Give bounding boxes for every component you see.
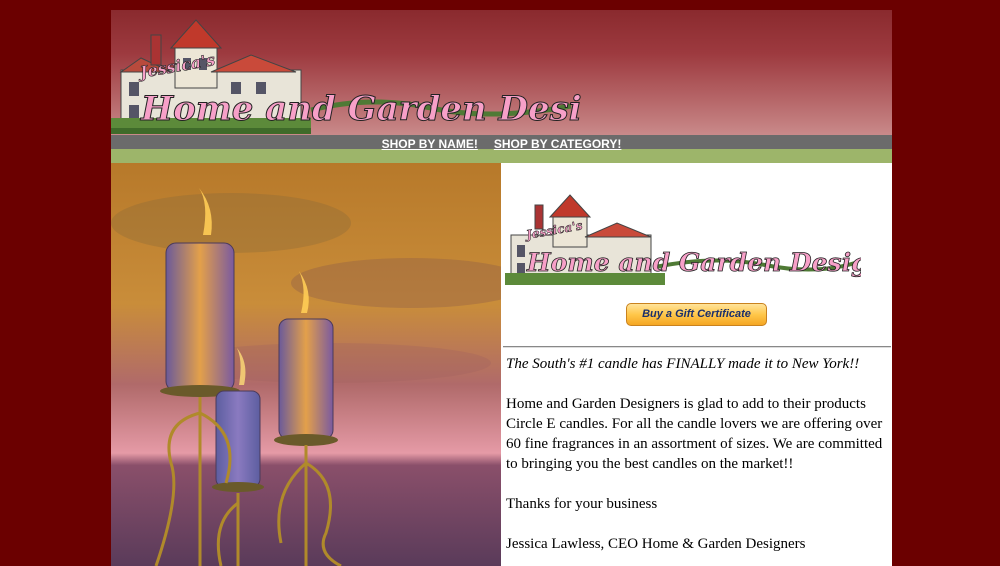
divider xyxy=(503,346,891,348)
svg-text:Home and Garden Designers: Home and Garden Designers xyxy=(526,248,861,277)
nav-accent-bar xyxy=(111,149,892,163)
site-logo[interactable]: Jessica's Home and Garden Designers xyxy=(111,10,581,135)
svg-text:Home and Garden Designers: Home and Garden Designers xyxy=(140,89,581,129)
candles-hero-image xyxy=(111,163,501,566)
nav-bar: SHOP BY NAME! SHOP BY CATEGORY! xyxy=(111,135,892,151)
signature: Jessica Lawless, CEO Home & Garden Desig… xyxy=(506,536,806,552)
content-logo: Jessica's Home and Garden Designers xyxy=(505,194,861,285)
welcome-text: The South's #1 candle has FINALLY made i… xyxy=(506,354,890,566)
shop-by-name-link[interactable]: SHOP BY NAME! xyxy=(382,137,478,151)
thanks-text: Thanks for your business xyxy=(506,496,658,512)
page-container: Jessica's Home and Garden Designers SHOP… xyxy=(111,10,892,566)
main-content: Jessica's Home and Garden Designers Buy … xyxy=(501,163,892,566)
buy-gift-certificate-button[interactable]: Buy a Gift Certificate xyxy=(626,303,767,326)
site-header: Jessica's Home and Garden Designers xyxy=(111,10,892,135)
tagline: The South's #1 candle has FINALLY made i… xyxy=(506,356,860,372)
shop-by-category-link[interactable]: SHOP BY CATEGORY! xyxy=(494,137,622,151)
intro-paragraph: Home and Garden Designers is glad to add… xyxy=(506,396,883,472)
